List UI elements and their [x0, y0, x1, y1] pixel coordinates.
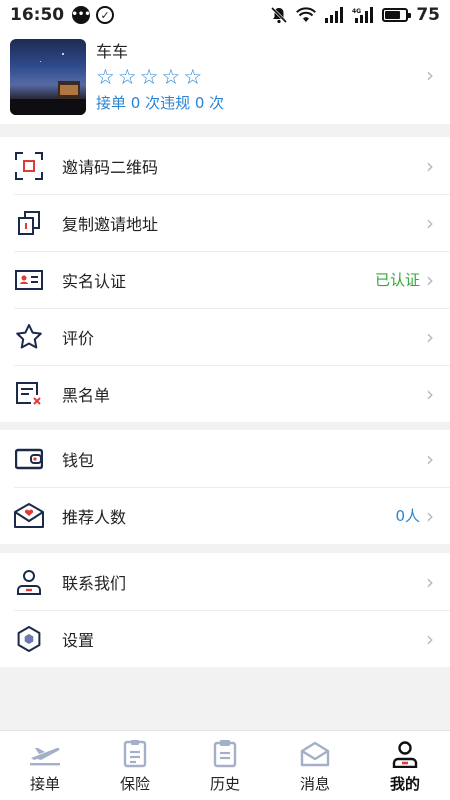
star-icon: ☆	[161, 64, 181, 89]
tab-messages[interactable]: 消息	[270, 731, 360, 800]
rating-stars: ☆ ☆ ☆ ☆ ☆	[96, 66, 450, 88]
status-time: 16:50	[10, 5, 65, 25]
menu-label: 邀请码二维码	[62, 157, 159, 177]
menu-item-review[interactable]: 评价 ›	[0, 308, 450, 365]
star-icon: ☆	[183, 64, 203, 89]
tab-label: 保险	[119, 775, 150, 793]
settings-hexagon-icon	[14, 624, 44, 654]
chevron-right-icon: ›	[426, 210, 434, 235]
check-circle-icon: ✓	[96, 6, 115, 24]
menu-section-finance: 钱包 › 推荐人数 0人 ›	[0, 430, 450, 544]
menu-label: 设置	[62, 630, 95, 650]
menu-label: 评价	[62, 328, 95, 348]
chevron-right-icon: ›	[426, 569, 434, 594]
tab-label: 我的	[389, 775, 420, 793]
qrcode-scan-icon	[14, 151, 44, 181]
verified-status: 已认证	[374, 271, 420, 289]
tab-orders[interactable]: 接单	[0, 731, 90, 800]
chevron-right-icon: ›	[426, 626, 434, 651]
user-name: 车车	[96, 41, 129, 61]
menu-item-copy-link[interactable]: 复制邀请地址 ›	[0, 194, 450, 251]
menu-label: 实名认证	[62, 271, 127, 291]
menu-section-main: 邀请码二维码 › 复制邀请地址 › 实名认证 已认证 › 评价 › 黑名单 ›	[0, 137, 450, 422]
tab-mine[interactable]: 我的	[360, 731, 450, 800]
menu-item-wallet[interactable]: 钱包 ›	[0, 430, 450, 487]
mute-bell-icon	[270, 6, 288, 24]
plane-icon	[29, 739, 61, 769]
tab-insurance[interactable]: 保险	[90, 731, 180, 800]
menu-label: 联系我们	[62, 573, 127, 593]
chevron-right-icon: ›	[426, 267, 434, 292]
star-outline-icon	[14, 322, 44, 352]
tab-label: 接单	[29, 775, 60, 793]
chevron-right-icon: ›	[426, 381, 434, 406]
menu-item-blacklist[interactable]: 黑名单 ›	[0, 365, 450, 422]
chevron-right-icon: ›	[426, 153, 434, 178]
order-stats: 接单 0 次违规 0 次	[96, 93, 225, 112]
chat-notification-icon: •••	[72, 6, 91, 24]
envelope-heart-icon	[14, 501, 44, 531]
wallet-icon	[14, 444, 44, 474]
menu-label: 复制邀请地址	[62, 214, 159, 234]
menu-label: 黑名单	[62, 385, 111, 405]
blacklist-icon	[14, 379, 44, 409]
contact-person-icon	[14, 567, 44, 597]
envelope-icon	[299, 739, 331, 769]
star-icon: ☆	[117, 64, 137, 89]
person-icon	[389, 739, 421, 769]
menu-item-qrcode[interactable]: 邀请码二维码 ›	[0, 137, 450, 194]
menu-label: 推荐人数	[62, 507, 127, 527]
battery-level: 75	[416, 5, 440, 25]
star-icon: ☆	[96, 64, 115, 89]
wifi-icon	[296, 7, 317, 23]
profile-card[interactable]: 车车 ☆ ☆ ☆ ☆ ☆ 接单 0 次违规 0 次 ›	[0, 30, 450, 124]
referral-count: 0人	[395, 507, 420, 525]
copy-icon	[14, 208, 44, 238]
tab-label: 消息	[299, 775, 330, 793]
menu-section-support: 联系我们 › 设置 ›	[0, 553, 450, 667]
document-icon	[119, 739, 151, 769]
svg-text:4G: 4G	[352, 8, 361, 15]
chevron-right-icon: ›	[426, 503, 434, 528]
bottom-tab-bar: 接单 保险 历史 消息 我的	[0, 730, 450, 800]
clipboard-icon	[209, 739, 241, 769]
id-card-icon	[14, 265, 44, 295]
battery-icon	[382, 8, 412, 22]
tab-history[interactable]: 历史	[180, 731, 270, 800]
signal-4g-icon: 4G	[352, 7, 374, 23]
menu-item-contact[interactable]: 联系我们 ›	[0, 553, 450, 610]
menu-item-realname[interactable]: 实名认证 已认证 ›	[0, 251, 450, 308]
status-bar: 16:50 ••• ✓ 4G 75	[0, 0, 450, 30]
star-icon: ☆	[139, 64, 159, 89]
tab-label: 历史	[209, 775, 240, 793]
avatar	[10, 39, 86, 115]
signal-icon	[324, 7, 344, 23]
chevron-right-icon: ›	[426, 63, 434, 87]
chevron-right-icon: ›	[426, 324, 434, 349]
menu-item-referrals[interactable]: 推荐人数 0人 ›	[0, 487, 450, 544]
menu-label: 钱包	[62, 450, 95, 470]
menu-item-settings[interactable]: 设置 ›	[0, 610, 450, 667]
chevron-right-icon: ›	[426, 446, 434, 471]
